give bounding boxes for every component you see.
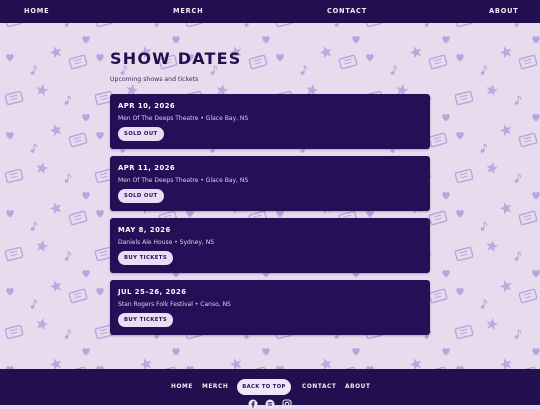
footer-contact[interactable]: CONTACT [302,384,336,390]
back-to-top-button[interactable]: BACK TO TOP [237,379,291,395]
spotify-icon[interactable] [265,399,275,409]
sold-out-button[interactable]: SOLD OUT [118,189,164,203]
buy-tickets-button[interactable]: BUY TICKETS [118,251,174,265]
facebook-icon[interactable] [248,399,258,409]
show-card-4: JUL 25–26, 2026 Stan Rogers Folk Festiva… [110,280,430,335]
nav-home[interactable]: HOME [24,7,49,15]
show-venue: Daniels Ale House • Sydney, NS [118,239,215,246]
page-subtitle: Upcoming shows and tickets [110,76,199,83]
nav-contact[interactable]: CONTACT [327,7,367,15]
show-venue: Stan Rogers Folk Festival • Canso, NS [118,301,231,308]
top-nav: HOME MERCH CONTACT ABOUT [0,0,540,23]
footer-home[interactable]: HOME [171,384,193,390]
nav-about[interactable]: ABOUT [489,7,519,15]
show-date: APR 11, 2026 [118,164,176,172]
show-card-3: MAY 8, 2026 Daniels Ale House • Sydney, … [110,218,430,273]
show-card-1: APR 10, 2026 Men Of The Deeps Theatre • … [110,94,430,149]
footer-about[interactable]: ABOUT [345,384,371,390]
show-date: APR 10, 2026 [118,102,176,110]
show-venue: Men Of The Deeps Theatre • Glace Bay, NS [118,177,249,184]
buy-tickets-button[interactable]: BUY TICKETS [118,313,174,327]
sold-out-button[interactable]: SOLD OUT [118,127,164,141]
page-title: SHOW DATES [110,49,242,68]
instagram-icon[interactable] [282,399,292,409]
show-card-2: APR 11, 2026 Men Of The Deeps Theatre • … [110,156,430,211]
nav-merch[interactable]: MERCH [173,7,204,15]
footer-merch[interactable]: MERCH [202,384,228,390]
show-date: JUL 25–26, 2026 [118,288,187,296]
show-date: MAY 8, 2026 [118,226,171,234]
show-venue: Men Of The Deeps Theatre • Glace Bay, NS [118,115,249,122]
footer: HOME MERCH BACK TO TOP CONTACT ABOUT [0,369,540,409]
